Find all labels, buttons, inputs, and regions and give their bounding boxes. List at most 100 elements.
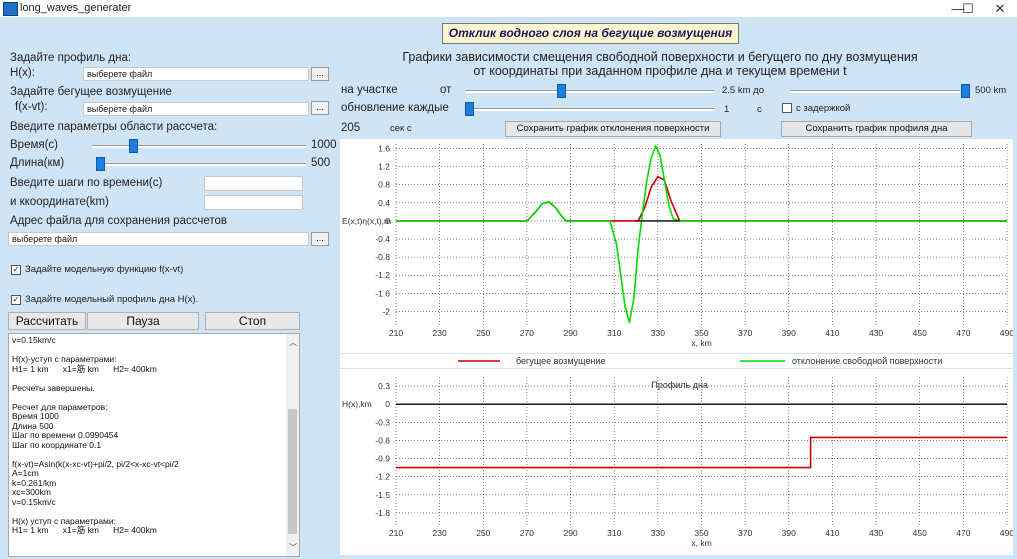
x-tick-label: 310 — [607, 328, 621, 338]
length-slider-thumb[interactable] — [96, 157, 105, 171]
chart-legend: бегущее возмущение отклонение свободной … — [340, 354, 1013, 368]
y-tick-label: 1.2 — [378, 162, 390, 172]
range-from-slider-thumb[interactable] — [556, 84, 566, 98]
save-address-label: Адрес файла для сохранения рассчетов — [10, 215, 227, 227]
time-label: Время(с) — [10, 139, 59, 151]
x-tick-label: 270 — [520, 528, 534, 538]
model-func-checkbox[interactable]: ✓ — [11, 265, 21, 275]
x-tick-label: 290 — [563, 328, 577, 338]
y-tick-label: -0.3 — [375, 417, 390, 427]
x-tick-label: 310 — [607, 528, 621, 538]
x-tick-label: 330 — [651, 328, 665, 338]
time-step-input[interactable] — [204, 176, 303, 191]
log-text: v=0.15km/c H(x)-уступ с параметрами: H1=… — [12, 335, 179, 535]
scroll-up-icon[interactable]: ︿ — [289, 337, 297, 348]
x-tick-label: 490 — [1000, 328, 1013, 338]
x-tick-label: 470 — [956, 328, 970, 338]
fxvt-label: f(x-vt): — [15, 101, 48, 113]
x-tick-label: 250 — [476, 328, 490, 338]
scroll-thumb[interactable] — [288, 409, 297, 534]
range-to-slider-track[interactable] — [790, 90, 960, 93]
y-tick-label: -1.2 — [375, 270, 390, 280]
close-button[interactable]: ✕ — [985, 0, 1015, 17]
section-label: на участке — [341, 84, 398, 96]
length-max-value: 500 — [311, 157, 331, 169]
disturbance-label: Задайте бегущее возмущение — [10, 86, 172, 98]
calculate-button[interactable]: Рассчитать — [8, 312, 86, 330]
update-slider-track[interactable] — [465, 108, 715, 111]
hx-label: H(x): — [10, 67, 35, 79]
legend-surface-label: отклонение свободной поверхности — [792, 356, 942, 366]
chart-title: Профиль дна — [651, 380, 708, 390]
x-tick-label: 390 — [782, 328, 796, 338]
delay-checkbox[interactable] — [782, 103, 792, 113]
coord-step-label: и ккоординате(km) — [10, 196, 109, 208]
y-tick-label: -2 — [382, 306, 390, 316]
surface-chart: 210 230 250 270 290 310 330 350 370 390 410 430 450 4… — [340, 139, 1013, 353]
x-tick-label: 490 — [1000, 528, 1013, 538]
delay-label: с задержкой — [796, 103, 851, 114]
x-axis-label: x, km — [691, 538, 711, 548]
save-browse-button[interactable]: ... — [311, 232, 329, 246]
time-slider-thumb[interactable] — [129, 139, 139, 153]
y-tick-label: 0 — [385, 399, 390, 409]
chart-background — [340, 139, 1013, 353]
current-time-unit: сек с — [390, 123, 412, 134]
time-slider-track[interactable] — [92, 145, 306, 148]
fxvt-file-input[interactable]: выберете файл — [83, 102, 309, 116]
pause-button[interactable]: Пауза — [87, 312, 199, 330]
maximize-button[interactable]: ☐ — [958, 0, 978, 17]
legend-running-label: бегущее возмущение — [516, 356, 605, 366]
save-surface-chart-button[interactable]: Сохранить график отклонения поверхности — [505, 121, 721, 137]
charts-subtitle: Графики зависимости смещения свободной п… — [380, 50, 940, 78]
title-bar — [0, 0, 1017, 17]
x-tick-label: 450 — [913, 328, 927, 338]
x-tick-label: 290 — [563, 528, 577, 538]
log-textarea[interactable]: v=0.15km/c H(x)-уступ с параметрами: H1=… — [8, 333, 300, 557]
y-tick-label: -0.9 — [375, 454, 390, 464]
x-tick-label: 230 — [433, 328, 447, 338]
x-tick-label: 410 — [825, 528, 839, 538]
hx-file-input[interactable]: выберете файл — [83, 67, 309, 81]
update-value: 1 — [724, 104, 730, 115]
x-tick-label: 270 — [520, 328, 534, 338]
x-axis-label: x, km — [691, 338, 711, 348]
bottom-profile-label: Задайте профиль дна: — [10, 52, 132, 64]
y-tick-label: 0.4 — [378, 198, 390, 208]
from-value: 2.5 km до — [722, 85, 764, 96]
window-title: long_waves_generater — [20, 2, 132, 14]
x-tick-label: 210 — [389, 328, 403, 338]
y-tick-label: -1.8 — [375, 508, 390, 518]
length-slider-track[interactable] — [96, 163, 306, 166]
area-params-label: Введите параметры области рассчета: — [10, 121, 218, 133]
save-profile-chart-button[interactable]: Сохранить график профиля дна — [781, 121, 972, 137]
range-to-slider-thumb[interactable] — [961, 84, 970, 98]
x-tick-label: 370 — [738, 528, 752, 538]
x-tick-label: 450 — [913, 528, 927, 538]
response-banner: Отклик водного слоя на бегущие возмущени… — [442, 23, 739, 44]
y-axis-label: H(x),km — [342, 399, 372, 409]
from-label: от — [440, 84, 452, 96]
scroll-down-icon[interactable]: ﹀ — [289, 542, 297, 553]
x-tick-label: 430 — [869, 328, 883, 338]
subtitle-line-1: Графики зависимости смещения свободной п… — [402, 50, 918, 64]
y-tick-label: -1.6 — [375, 288, 390, 298]
y-tick-label: 0.8 — [378, 180, 390, 190]
x-tick-label: 330 — [651, 528, 665, 538]
x-tick-label: 390 — [782, 528, 796, 538]
hx-browse-button[interactable]: ... — [311, 67, 329, 81]
range-from-slider-track[interactable] — [465, 90, 715, 93]
x-tick-label: 430 — [869, 528, 883, 538]
x-tick-label: 370 — [738, 328, 752, 338]
update-slider-thumb[interactable] — [465, 102, 474, 116]
coord-step-input[interactable] — [204, 195, 303, 210]
update-unit: с — [757, 104, 762, 115]
stop-button[interactable]: Стоп — [205, 312, 300, 330]
log-scrollbar[interactable]: ︿ ﹀ — [286, 334, 299, 556]
save-file-input[interactable]: выберете файл — [8, 232, 309, 246]
update-label: обновление каждые — [341, 102, 449, 114]
model-profile-checkbox[interactable]: ✓ — [11, 295, 21, 305]
y-axis-label: E(x,t)η(x,t),m — [342, 216, 391, 226]
fxvt-browse-button[interactable]: ... — [311, 101, 329, 115]
y-tick-label: 0.3 — [378, 381, 390, 391]
